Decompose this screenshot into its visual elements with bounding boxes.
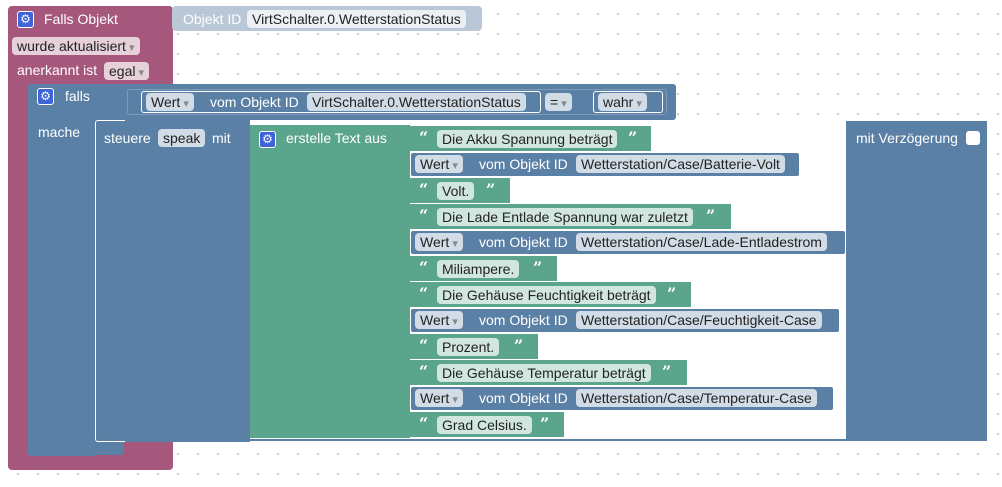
open-quote-icon: “	[419, 414, 429, 433]
get-of-object-label: vom Objekt ID	[479, 156, 568, 172]
close-quote-icon: ”	[540, 414, 550, 433]
if-gear-icon[interactable]: ⚙	[37, 88, 54, 105]
close-quote-icon: ”	[486, 180, 496, 199]
open-quote-icon: “	[419, 362, 429, 381]
open-quote-icon: “	[419, 284, 429, 303]
condition-bool-dropdown[interactable]: wahr	[598, 93, 647, 111]
get-of-object-label: vom Objekt ID	[479, 234, 568, 250]
control-delay-panel	[846, 121, 987, 441]
text-join-gear-icon[interactable]: ⚙	[259, 131, 276, 148]
ack-dropdown[interactable]: egal	[104, 62, 150, 80]
object-id-label: Objekt ID	[183, 11, 242, 27]
get-object-id-field[interactable]: Wetterstation/Case/Lade-Entladestrom	[576, 233, 827, 251]
object-id-value-field[interactable]: VirtSchalter.0.WetterstationStatus	[247, 10, 466, 28]
close-quote-icon: ”	[514, 336, 524, 355]
text-item-value[interactable]: Die Akku Spannung beträgt	[437, 130, 618, 148]
open-quote-icon: “	[419, 258, 429, 277]
condition-object-id-field[interactable]: VirtSchalter.0.WetterstationStatus	[307, 93, 526, 111]
trigger-dropdown[interactable]: wurde aktualisiert	[12, 37, 140, 55]
get-of-object-label: vom Objekt ID	[479, 312, 568, 328]
get-object-id-field[interactable]: Wetterstation/Case/Feuchtigkeit-Case	[576, 311, 822, 329]
if-falls-label: falls	[65, 88, 90, 104]
text-item-value[interactable]: Die Lade Entlade Spannung war zuletzt	[437, 208, 693, 226]
control-with-label: mit	[212, 130, 231, 146]
control-target-field[interactable]: speak	[158, 129, 206, 147]
condition-value-dropdown[interactable]: Wert	[146, 93, 194, 111]
get-value-dropdown[interactable]: Wert	[415, 311, 463, 329]
event-statement-notch	[20, 462, 38, 470]
control-steuere-label: steuere	[104, 130, 151, 146]
close-quote-icon: ”	[706, 206, 716, 225]
condition-of-object-label: vom Objekt ID	[210, 94, 299, 110]
open-quote-icon: “	[419, 128, 429, 147]
get-value-dropdown[interactable]: Wert	[415, 233, 463, 251]
event-gear-icon[interactable]: ⚙	[17, 11, 34, 28]
close-quote-icon: ”	[662, 362, 672, 381]
get-of-object-label: vom Objekt ID	[479, 390, 568, 406]
open-quote-icon: “	[419, 206, 429, 225]
event-title: Falls Objekt	[44, 11, 118, 27]
close-quote-icon: ”	[667, 284, 677, 303]
text-item-value[interactable]: Grad Celsius.	[437, 416, 532, 434]
text-item-value[interactable]: Prozent.	[437, 338, 500, 356]
control-delay-checkbox[interactable]	[966, 131, 980, 145]
text-join-label: erstelle Text aus	[286, 130, 387, 146]
close-quote-icon: ”	[533, 258, 543, 277]
close-quote-icon: ”	[628, 128, 638, 147]
text-item-value[interactable]: Die Gehäuse Temperatur beträgt	[437, 364, 651, 382]
get-value-dropdown[interactable]: Wert	[415, 389, 463, 407]
open-quote-icon: “	[419, 180, 429, 199]
get-object-id-field[interactable]: Wetterstation/Case/Temperatur-Case	[576, 389, 817, 407]
text-item-value[interactable]: Miliampere.	[437, 260, 520, 278]
control-delay-label: mit Verzögerung	[856, 130, 958, 146]
ack-label: anerkannt ist	[17, 62, 98, 78]
control-block-inner	[125, 120, 250, 442]
text-join-block[interactable]	[250, 125, 410, 438]
condition-operator-dropdown[interactable]: =	[545, 93, 572, 111]
if-block-footer	[28, 441, 124, 455]
open-quote-icon: “	[419, 336, 429, 355]
get-value-dropdown[interactable]: Wert	[415, 155, 463, 173]
get-object-id-field[interactable]: Wetterstation/Case/Batterie-Volt	[576, 155, 785, 173]
if-mache-label: mache	[38, 124, 81, 140]
text-item-value[interactable]: Volt.	[437, 182, 475, 200]
text-item-value[interactable]: Die Gehäuse Feuchtigkeit beträgt	[437, 286, 656, 304]
